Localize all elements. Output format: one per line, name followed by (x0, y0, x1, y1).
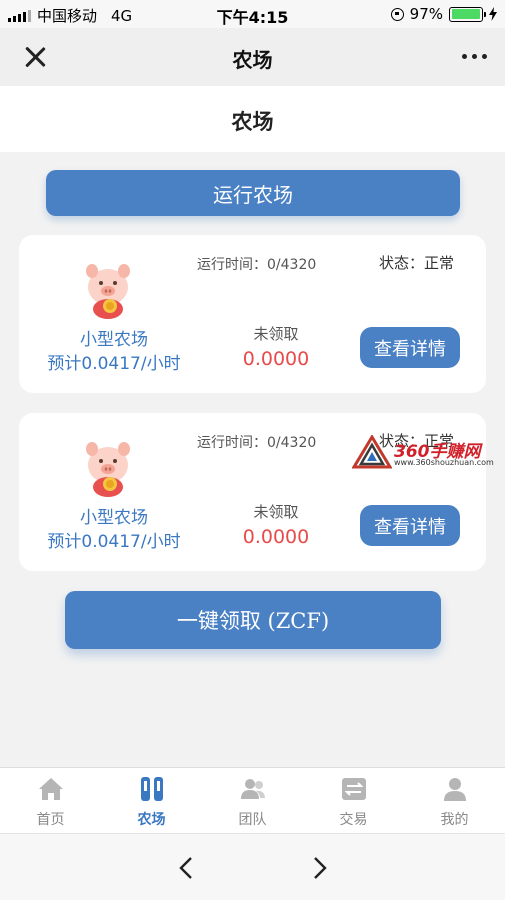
unclaimed-label: 未领取 (253, 325, 299, 343)
tab-label: 交易 (339, 812, 368, 828)
tab-label: 农场 (137, 812, 166, 828)
battery-icon (449, 6, 486, 22)
tab-home[interactable]: 首页 (0, 768, 101, 833)
view-details-button[interactable]: 查看详情 (360, 505, 460, 546)
profile-icon (443, 778, 466, 801)
view-details-button[interactable]: 查看详情 (360, 327, 460, 368)
browser-toolbar (0, 833, 505, 900)
more-icon[interactable] (462, 54, 487, 59)
farm-runtime: 运行时间：0/4320 (197, 435, 317, 451)
chevron-left-icon[interactable] (176, 857, 198, 879)
chevron-right-icon[interactable] (308, 857, 330, 879)
status-bar: 中国移动 4G 下午4:15 97% (0, 0, 505, 28)
farm-icon (140, 777, 163, 801)
page-title: 农场 (231, 110, 274, 134)
farm-state: 状态：正常 (379, 254, 455, 272)
tab-farm[interactable]: 农场 (101, 768, 202, 833)
tab-team[interactable]: 团队 (202, 768, 303, 833)
trade-icon (341, 778, 366, 800)
watermark-url: www.360shouzhuan.com (394, 458, 494, 467)
tab-bar: 首页 农场 团队 交易 我的 (0, 767, 505, 833)
run-farm-button[interactable]: 运行农场 (46, 170, 460, 216)
tab-trade[interactable]: 交易 (303, 768, 404, 833)
tab-profile[interactable]: 我的 (404, 768, 505, 833)
nav-title: 农场 (232, 48, 273, 72)
battery-percent: 97% (409, 5, 443, 23)
tab-label: 首页 (36, 812, 65, 828)
watermark-triangle-icon (352, 435, 392, 469)
pig-icon (86, 442, 130, 497)
home-icon (38, 778, 63, 800)
farm-runtime: 运行时间：0/4320 (197, 257, 317, 273)
farm-name: 小型农场 (80, 508, 148, 528)
farm-card: 小型农场 预计0.0417/小时 运行时间：0/4320 状态：正常 未领取 0… (19, 235, 486, 393)
page-header: 农场 (0, 86, 505, 152)
farm-name: 小型农场 (80, 330, 148, 350)
rotation-lock-icon (390, 7, 404, 21)
tab-label: 我的 (440, 812, 469, 828)
status-right: 97% (390, 5, 497, 23)
farm-rate: 预计0.0417/小时 (47, 354, 181, 374)
tab-label: 团队 (238, 812, 267, 828)
watermark-logo: 360手赚网 www.360shouzhuan.com (352, 433, 504, 469)
unclaimed-label: 未领取 (253, 503, 299, 521)
unclaimed-value: 0.0000 (242, 526, 310, 548)
team-icon (240, 779, 265, 799)
farm-rate: 预计0.0417/小时 (47, 532, 181, 552)
claim-all-button[interactable]: 一键领取 (ZCF) (65, 591, 441, 649)
unclaimed-value: 0.0000 (242, 348, 310, 370)
nav-bar: 农场 (0, 28, 505, 86)
charging-icon (489, 7, 497, 21)
battery-fill (451, 9, 480, 19)
pig-icon (86, 264, 130, 319)
